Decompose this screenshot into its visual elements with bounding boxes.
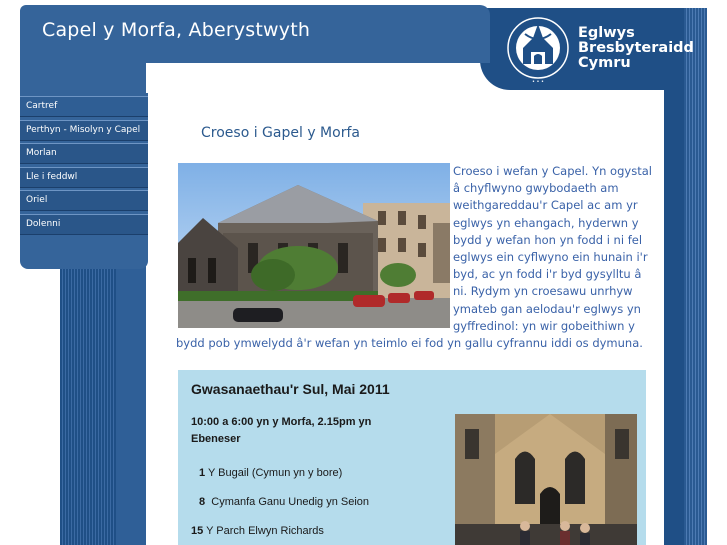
sidebar-item-cartref[interactable]: Cartref (20, 96, 148, 117)
services-times: 10:00 a 6:00 yn y Morfa, 2.15pm yn Ebene… (191, 416, 372, 445)
content-corner (146, 63, 206, 103)
right-rail (664, 90, 684, 545)
sidebar-item-oriel[interactable]: Oriel (20, 190, 148, 211)
service-row: 15 Y Parch Elwyn Richards (191, 525, 324, 537)
left-rail (60, 260, 118, 545)
sidebar-item-dolenni[interactable]: Dolenni (20, 213, 148, 235)
service-date: 1 (199, 467, 206, 479)
sidebar-nav: Cartref Perthyn - Misolyn y Capel Morlan… (20, 93, 148, 269)
services-panel: Gwasanaethau'r Sul, Mai 2011 10:00 a 6:0… (178, 370, 646, 545)
logo-line-1: Eglwys (578, 25, 635, 41)
sidebar-item-perthyn[interactable]: Perthyn - Misolyn y Capel (20, 119, 148, 141)
service-text: Cymanfa Ganu Unedig yn Seion (211, 496, 370, 508)
service-text: Y Bugail (Cymun yn y bore) (207, 467, 343, 479)
services-title: Gwasanaethau'r Sul, Mai 2011 (191, 381, 390, 397)
church-seal-icon[interactable]: • • • (505, 14, 571, 86)
service-row: 8 Cymanfa Ganu Unedig yn Seion (199, 496, 369, 508)
chapel-photo (178, 163, 450, 328)
logo-line-3: Cymru (578, 55, 631, 71)
logo-text[interactable]: Eglwys Bresbyteraidd Cymru (578, 26, 694, 71)
left-rail-edge (116, 260, 146, 545)
service-date: 8 (199, 496, 206, 508)
page-heading: Croeso i Gapel y Morfa (201, 125, 360, 141)
site-title[interactable]: Capel y Morfa, Aberystwyth (42, 19, 310, 41)
service-row: 1 Y Bugail (Cymun yn y bore) (199, 467, 342, 479)
svg-text:• • •: • • • (532, 79, 544, 85)
header-sidebar-join (20, 55, 146, 95)
service-date: 15 (191, 525, 204, 537)
ebeneser-chapel-photo (455, 414, 637, 545)
sidebar-item-lle-i-feddwl[interactable]: Lle i feddwl (20, 166, 148, 188)
sidebar-item-morlan[interactable]: Morlan (20, 143, 148, 164)
logo-line-2: Bresbyteraidd (578, 40, 694, 56)
service-text: Y Parch Elwyn Richards (206, 525, 324, 537)
right-stripe-border (684, 8, 707, 545)
